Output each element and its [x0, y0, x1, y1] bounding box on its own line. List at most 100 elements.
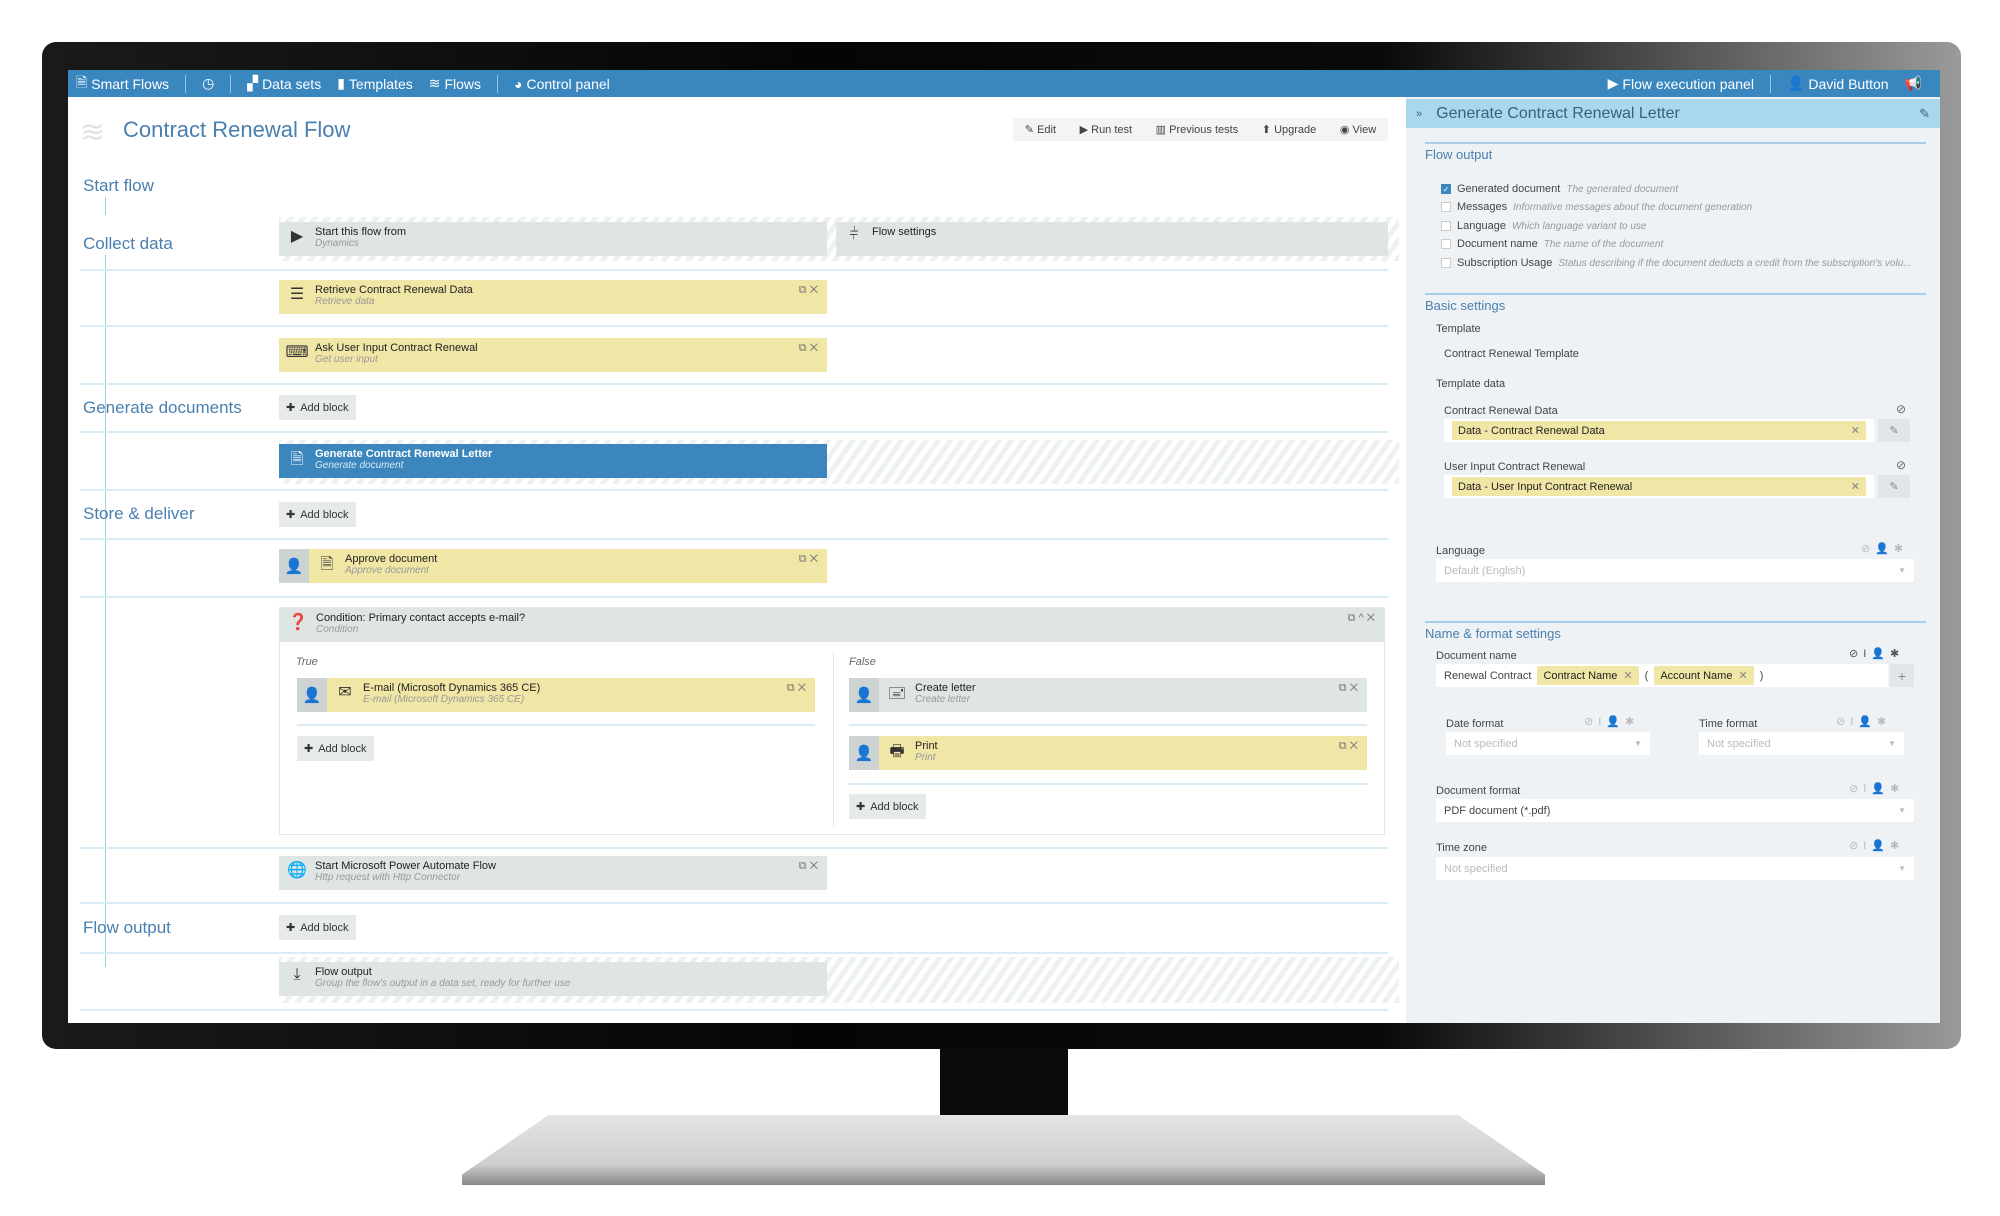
output-checkbox-document-name[interactable]: Document name The name of the document	[1441, 238, 1663, 250]
link-icon[interactable]: ⊘	[1896, 458, 1906, 472]
add-block-button[interactable]: ✚ Add block	[849, 794, 926, 819]
date-format-label: Date format	[1446, 718, 1504, 730]
divider	[80, 952, 1388, 954]
history-icon[interactable]: ◷	[194, 75, 222, 92]
megaphone-icon[interactable]: 📢	[1897, 75, 1930, 92]
copy-delete-icons[interactable]: ⧉✕	[799, 860, 821, 873]
output-checkbox-generated-document[interactable]: ✓ Generated document The generated documen…	[1441, 183, 1678, 195]
copy-collapse-delete-icons[interactable]: ⧉^✕	[1348, 612, 1378, 625]
checkbox[interactable]	[1441, 221, 1451, 231]
token-chip-contract-name: Contract Name ✕	[1537, 666, 1639, 685]
divider	[80, 383, 1388, 385]
field-option-icons[interactable]: ⊘👤✱	[1861, 542, 1908, 555]
start-trigger-block[interactable]: ▶ Start this flow from Dynamics	[279, 222, 827, 256]
user-x-icon: 👤	[849, 736, 879, 770]
add-block-button[interactable]: ✚ Add block	[279, 915, 356, 940]
add-block-button[interactable]: ✚ Add block	[279, 502, 356, 527]
data-chip: Data - Contract Renewal Data ✕	[1452, 421, 1866, 440]
field-option-icons[interactable]: ⊘I👤✱	[1849, 839, 1904, 852]
template-label: Template	[1436, 323, 1481, 335]
date-format-select[interactable]: Not specified ▼	[1446, 732, 1650, 755]
power-automate-block[interactable]: 🌐 Start Microsoft Power Automate Flow Http…	[279, 856, 827, 890]
document-format-label: Document format	[1436, 785, 1521, 797]
settings-sliders-icon: ⫩	[849, 226, 859, 243]
previous-tests-button[interactable]: ▥ Previous tests	[1156, 123, 1239, 136]
add-token-button[interactable]: +	[1890, 664, 1914, 687]
user-menu[interactable]: 👤 David Button	[1779, 75, 1897, 92]
run-test-button[interactable]: ▶ Run test	[1080, 123, 1132, 136]
email-block[interactable]: 👤 ✉ E-mail (Microsoft Dynamics 365 CE) E-ma…	[297, 678, 815, 712]
data-sets-icon: ▞	[247, 75, 259, 91]
nav-smart-flows[interactable]: 🗎 Smart Flows	[68, 72, 177, 96]
nav-flows[interactable]: ≋ Flows	[421, 75, 489, 92]
checkbox[interactable]	[1441, 239, 1451, 249]
time-format-label: Time format	[1699, 718, 1758, 730]
nav-data-sets[interactable]: ▞ Data sets	[239, 75, 329, 92]
copy-delete-icons[interactable]: ⧉✕	[787, 682, 809, 695]
upgrade-button[interactable]: ⬆ Upgrade	[1262, 123, 1316, 136]
play-icon: ▶	[1607, 75, 1619, 91]
plus-icon: ✚	[304, 743, 314, 755]
divider	[80, 431, 1388, 433]
time-zone-select[interactable]: Not specified ▼	[1436, 857, 1914, 880]
field-option-icons[interactable]: ⊘I👤✱	[1836, 715, 1891, 728]
collapse-panel-icon[interactable]: »	[1416, 108, 1422, 120]
output-checkbox-messages[interactable]: Messages Informative messages about the d…	[1441, 201, 1752, 213]
create-letter-block[interactable]: 👤 🖃 Create letter Create letter ⧉✕	[849, 678, 1367, 712]
edit-pencil-icon[interactable]: ✎	[1919, 106, 1930, 122]
nav-control-panel[interactable]: ◕ Control panel	[506, 76, 618, 92]
divider	[185, 74, 187, 93]
flow-execution-panel-button[interactable]: ▶ Flow execution panel	[1600, 75, 1762, 92]
edit-button[interactable]: ✎ Edit	[1025, 123, 1056, 136]
flow-output-block[interactable]: ⤓ Flow output Group the flow's output in a…	[279, 962, 827, 996]
remove-icon[interactable]: ✕	[1738, 669, 1747, 682]
language-select[interactable]: Default (English) ▼	[1436, 559, 1914, 582]
contract-renewal-data-field[interactable]: Data - Contract Renewal Data ✕	[1444, 419, 1874, 442]
document-format-select[interactable]: PDF document (*.pdf) ▼	[1436, 799, 1914, 822]
checkbox[interactable]	[1441, 202, 1451, 212]
time-format-select[interactable]: Not specified ▼	[1699, 732, 1904, 755]
view-button[interactable]: ◉ View	[1340, 123, 1376, 136]
remove-icon[interactable]: ✕	[1851, 424, 1860, 437]
output-checkbox-language[interactable]: Language Which language variant to use	[1441, 220, 1646, 232]
checkbox-checked[interactable]: ✓	[1441, 184, 1451, 194]
condition-header[interactable]: ❓ Condition: Primary contact accepts e-ma…	[280, 608, 1384, 642]
edit-binding-button[interactable]: ✎	[1878, 419, 1910, 442]
link-icon[interactable]: ⊘	[1896, 402, 1906, 416]
divider	[80, 902, 1388, 904]
ask-user-input-block[interactable]: ⌨ Ask User Input Contract Renewal Get user…	[279, 338, 827, 372]
copy-delete-icons[interactable]: ⧉✕	[1339, 682, 1361, 695]
app-screen: 🗎 Smart Flows ◷ ▞ Data sets ▮ Templates ≋ Fl…	[68, 70, 1940, 1023]
copy-delete-icons[interactable]: ⧉✕	[799, 284, 821, 297]
edit-binding-button[interactable]: ✎	[1878, 475, 1910, 498]
timeline-line	[105, 525, 106, 967]
copy-delete-icons[interactable]: ⧉✕	[799, 342, 821, 355]
retrieve-data-block[interactable]: ☰ Retrieve Contract Renewal Data Retrieve …	[279, 280, 827, 314]
flow-settings-block[interactable]: ⫩ Flow settings	[836, 222, 1388, 256]
section-start-flow: Start flow	[83, 176, 154, 195]
generate-letter-block-selected[interactable]: 🗎 Generate Contract Renewal Letter Generat…	[279, 444, 827, 478]
field-option-icons[interactable]: ⊘I👤✱	[1849, 647, 1904, 660]
timeline-line	[105, 197, 106, 215]
approve-document-block[interactable]: 👤 🗎 Approve document Approve document ⧉✕	[279, 549, 827, 583]
contract-renewal-data-label: Contract Renewal Data	[1444, 405, 1558, 417]
remove-icon[interactable]: ✕	[1851, 480, 1860, 493]
user-input-contract-renewal-field[interactable]: Data - User Input Contract Renewal ✕	[1444, 475, 1874, 498]
field-option-icons[interactable]: ⊘I👤✱	[1584, 715, 1639, 728]
document-name-field[interactable]: Renewal Contract Contract Name ✕(Account N…	[1436, 664, 1888, 687]
flow-toolbar: ✎ Edit ▶ Run test ▥ Previous tests ⬆ Upg…	[1013, 118, 1388, 141]
template-value[interactable]: Contract Renewal Template	[1444, 348, 1579, 360]
copy-delete-icons[interactable]: ⧉✕	[799, 553, 821, 566]
remove-icon[interactable]: ✕	[1623, 669, 1632, 682]
dropdown-caret-icon: ▼	[1898, 864, 1906, 873]
add-block-button[interactable]: ✚ Add block	[297, 736, 374, 761]
page-title: Contract Renewal Flow	[123, 117, 351, 142]
output-checkbox-subscription-usage[interactable]: Subscription Usage Status describing if t…	[1441, 257, 1912, 269]
checkbox[interactable]	[1441, 258, 1451, 268]
add-block-button[interactable]: ✚ Add block	[279, 395, 356, 420]
nav-templates[interactable]: ▮ Templates	[329, 75, 421, 92]
document-name-label: Document name	[1436, 650, 1517, 662]
print-block[interactable]: 👤 🖶 Print Print ⧉✕	[849, 736, 1367, 770]
field-option-icons[interactable]: ⊘I👤✱	[1849, 782, 1904, 795]
copy-delete-icons[interactable]: ⧉✕	[1339, 740, 1361, 753]
